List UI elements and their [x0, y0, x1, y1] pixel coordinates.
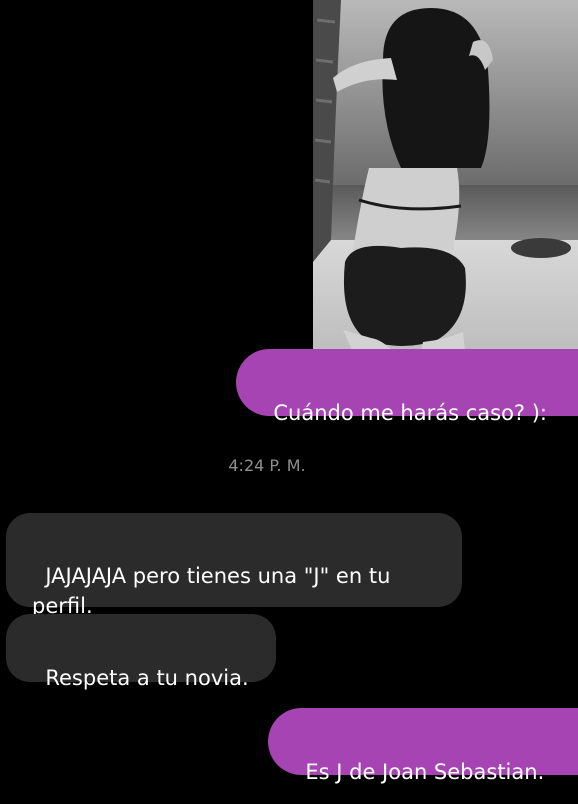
message-timestamp: 4:24 P. M.: [228, 456, 306, 475]
shared-photo[interactable]: [313, 0, 578, 352]
message-bubble-sent[interactable]: Es J de Joan Sebastian.: [268, 708, 578, 784]
message-text: Respeta a tu novia.: [45, 666, 249, 690]
message-text: JAJAJAJA pero tienes una "J" en tu perfi…: [32, 564, 398, 618]
message-bubble-sent[interactable]: Cuándo me harás caso? ):: [236, 349, 578, 425]
message-text: Es J de Joan Sebastian.: [305, 760, 545, 784]
message-bubble-received[interactable]: Respeta a tu novia.: [6, 614, 276, 690]
photo-image: [313, 0, 578, 352]
message-text: Cuándo me harás caso? ):: [273, 401, 548, 425]
message-bubble-received[interactable]: JAJAJAJA pero tienes una "J" en tu perfi…: [6, 513, 462, 618]
